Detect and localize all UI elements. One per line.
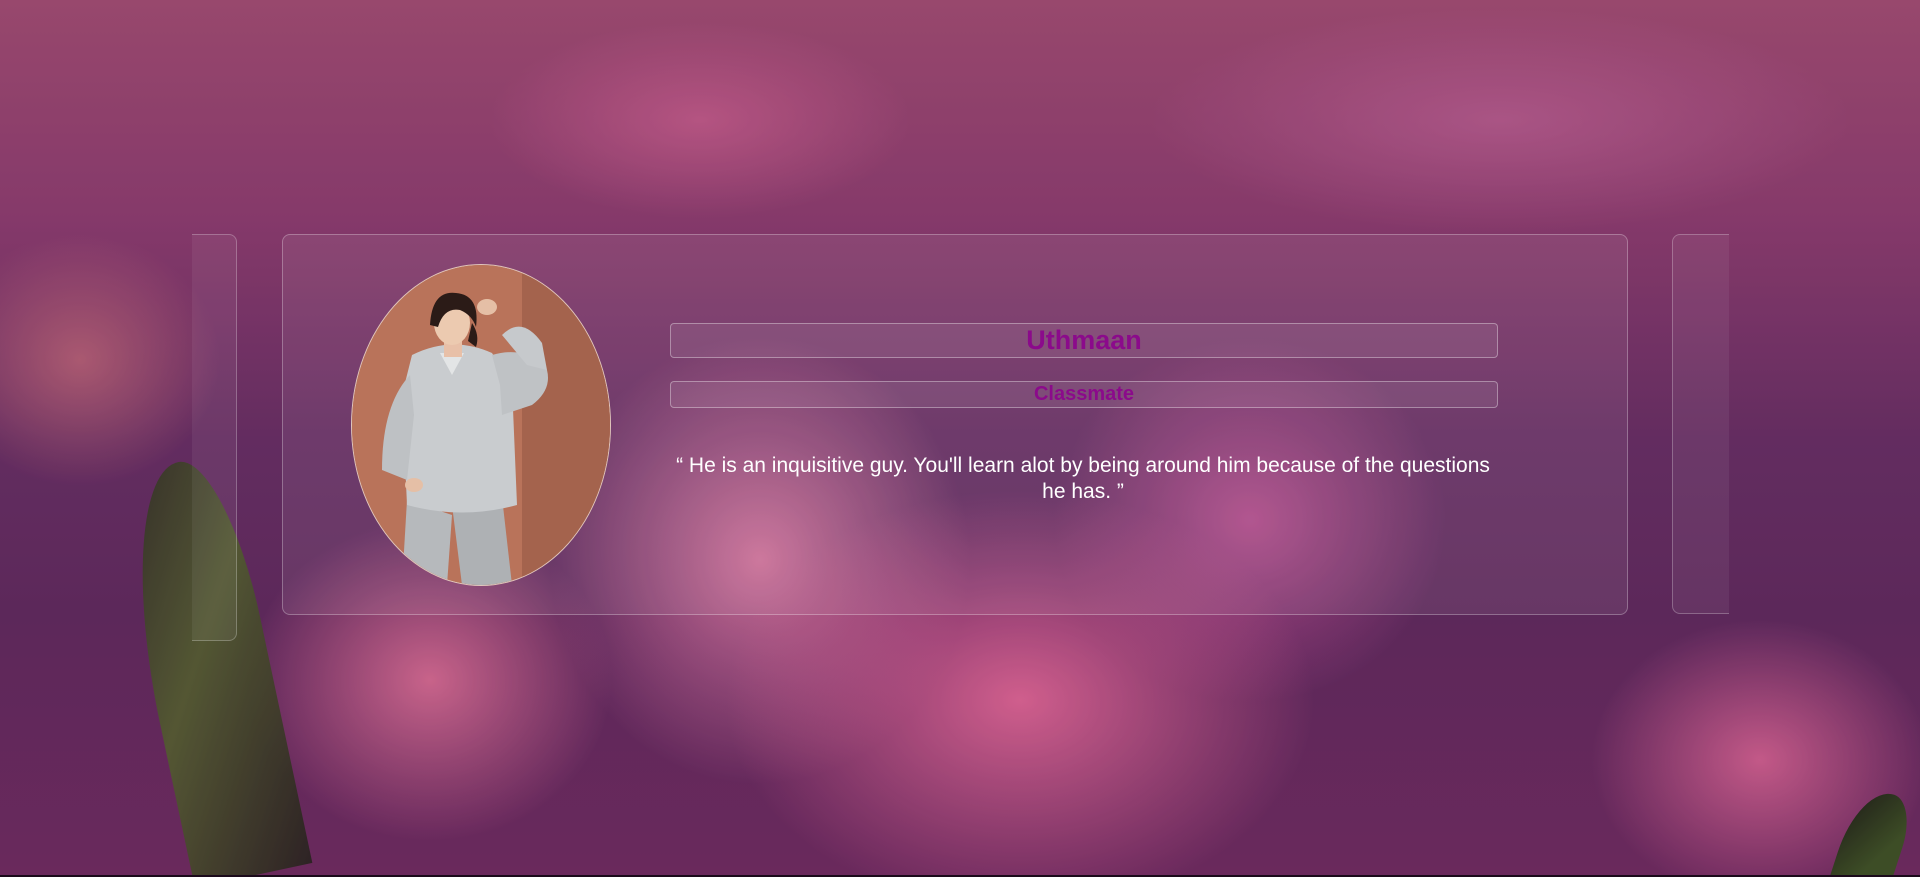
avatar [351,264,611,586]
page: Uthmaan Classmate “ He is an inquisitive… [0,0,1920,877]
previous-testimonial-card[interactable] [192,234,237,641]
testimonial-quote: “ He is an inquisitive guy. You'll learn… [676,454,1490,503]
testimonial-name: Uthmaan [670,323,1498,358]
next-testimonial-card[interactable] [1672,234,1729,614]
testimonial-role: Classmate [670,381,1498,408]
testimonial-card: Uthmaan Classmate “ He is an inquisitive… [282,234,1628,615]
avatar-photo [352,265,610,585]
